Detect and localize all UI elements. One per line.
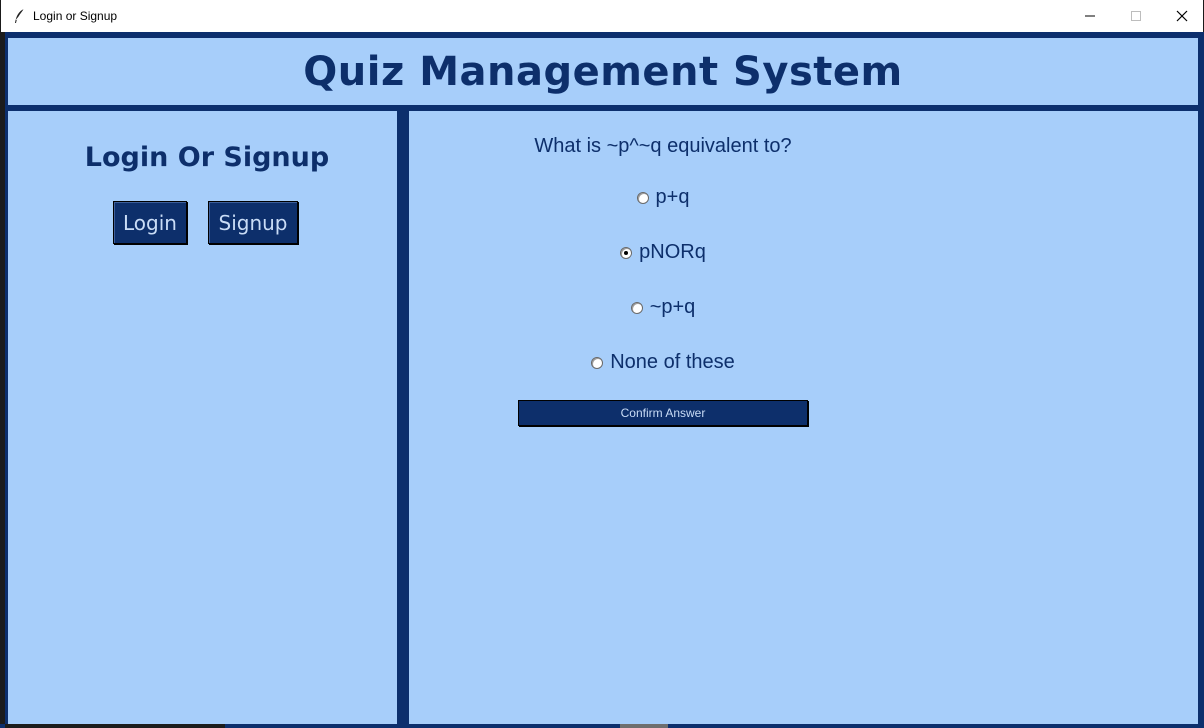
signup-button[interactable]: Signup xyxy=(208,201,298,244)
answer-option[interactable]: pNORq xyxy=(409,241,917,264)
confirm-answer-button[interactable]: Confirm Answer xyxy=(518,400,808,426)
maximize-button[interactable] xyxy=(1113,0,1159,32)
feather-icon xyxy=(13,8,27,24)
answer-option-label: None of these xyxy=(610,351,735,373)
window-title-bar[interactable]: Login or Signup xyxy=(0,0,1204,32)
window-title: Login or Signup xyxy=(33,9,118,23)
answer-option[interactable]: p+q xyxy=(409,186,917,209)
minimize-icon xyxy=(1084,10,1096,22)
quiz-panel: What is ~p^~q equivalent to? p+q pNORq ~… xyxy=(409,111,1198,728)
answer-option-label: ~p+q xyxy=(649,296,696,318)
bottom-edge-segment xyxy=(5,724,225,728)
close-icon xyxy=(1176,10,1188,22)
maximize-icon xyxy=(1130,10,1142,22)
radio-button[interactable] xyxy=(630,301,643,314)
radio-button[interactable] xyxy=(636,191,649,204)
minimize-button[interactable] xyxy=(1067,0,1113,32)
page-title: Quiz Management System xyxy=(303,48,903,95)
auth-panel: Login Or Signup Login Signup xyxy=(8,111,397,728)
header-panel: Quiz Management System xyxy=(8,38,1198,105)
question-text: What is ~p^~q equivalent to? xyxy=(534,135,792,157)
answer-option[interactable]: ~p+q xyxy=(409,296,917,319)
close-button[interactable] xyxy=(1159,0,1204,32)
window-left-edge xyxy=(0,32,5,728)
login-button[interactable]: Login xyxy=(113,201,187,244)
bottom-edge-segment xyxy=(620,724,668,728)
answer-option[interactable]: None of these xyxy=(409,351,917,374)
answer-option-label: pNORq xyxy=(639,241,706,263)
answer-option-label: p+q xyxy=(655,186,690,208)
radio-button-selected[interactable] xyxy=(620,246,633,259)
radio-button[interactable] xyxy=(591,356,604,369)
auth-heading: Login Or Signup xyxy=(84,142,330,173)
